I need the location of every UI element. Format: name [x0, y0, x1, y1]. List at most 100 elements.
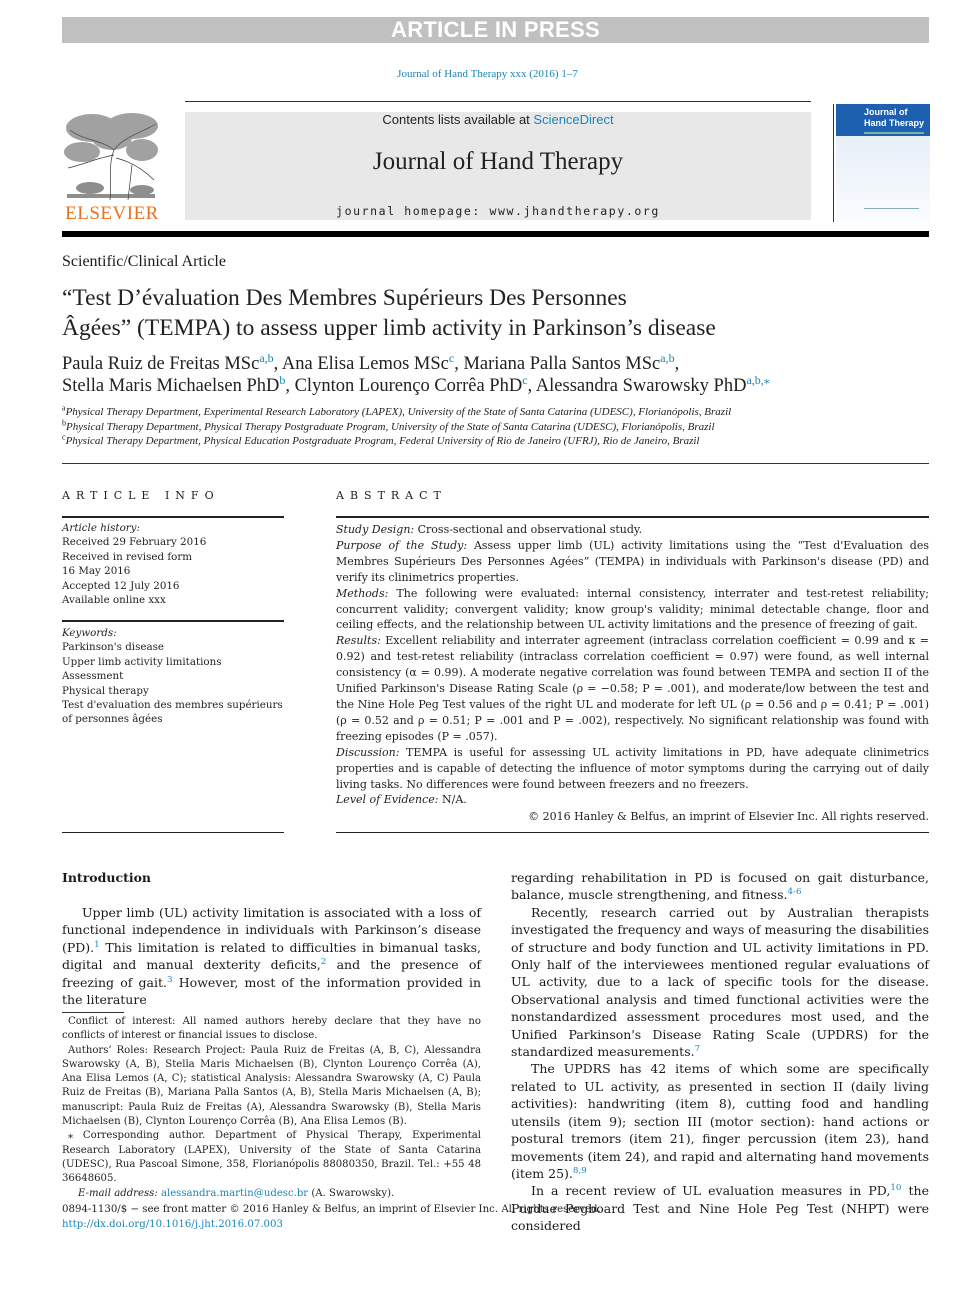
section-label: Methods:	[336, 586, 389, 600]
footnote-divider	[62, 1012, 124, 1013]
abstract-copyright: © 2016 Hanley & Belfus, an imprint of El…	[528, 810, 929, 824]
section-label: Level of Evidence:	[336, 793, 439, 807]
contents-available-line: Contents lists available at ScienceDirec…	[185, 112, 811, 127]
email-label: E-mail address:	[78, 1187, 158, 1199]
section-label: Results:	[336, 634, 381, 648]
sciencedirect-link[interactable]: ScienceDirect	[533, 112, 613, 127]
citation-link[interactable]: 8,9	[573, 1166, 587, 1176]
history-item: 16 May 2016	[62, 565, 131, 578]
cover-accent-bar	[864, 132, 924, 134]
article-history: Article history: Received 29 February 20…	[62, 521, 287, 607]
article-info-heading: ARTICLE INFO	[62, 489, 220, 502]
author-affiliation-ref[interactable]: a,b	[660, 351, 674, 365]
author-name[interactable]: Paula Ruiz de Freitas MSc	[62, 354, 259, 374]
affiliation-item: aPhysical Therapy Department, Experiment…	[62, 404, 922, 420]
section-label: Purpose of the Study:	[336, 538, 468, 552]
article-title: “Test D’évaluation Des Membres Supérieur…	[62, 283, 882, 343]
history-item: Received 29 February 2016	[62, 536, 207, 549]
journal-citation-link[interactable]: Journal of Hand Therapy xxx (2016) 1–7	[0, 68, 975, 80]
article-info-bottom-divider	[62, 832, 284, 833]
header-rule	[185, 101, 811, 102]
section-text: TEMPA is useful for assessing UL activit…	[336, 745, 929, 791]
keyword-item: Parkinson's disease	[62, 641, 164, 654]
text-run: regarding rehabilitation in PD is focuse…	[511, 870, 929, 903]
journal-title: Journal of Hand Therapy	[372, 148, 624, 175]
affiliation-item: bPhysical Therapy Department, Physical T…	[62, 418, 922, 435]
text-run: The UPDRS has 42 items of which some are…	[511, 1061, 929, 1181]
section-text: The following were evaluated: internal c…	[336, 586, 929, 632]
citation-link[interactable]: 10	[890, 1183, 901, 1193]
author-line-1: Paula Ruiz de Freitas MSca,b, Ana Elisa …	[62, 351, 922, 375]
cover-title-line2: Hand Therapy	[864, 118, 925, 128]
abstract-purpose: Purpose of the Study: Assess upper limb …	[336, 538, 929, 586]
intro-paragraph: The UPDRS has 42 items of which some are…	[511, 1060, 929, 1182]
authors-roles-note: Authors’ Roles: Research Project: Paula …	[62, 1044, 481, 1128]
corresponding-author-note: ⁎ Corresponding author. Department of Ph…	[62, 1130, 481, 1185]
article-history-label: Article history:	[62, 522, 140, 534]
abstract-divider	[336, 516, 929, 518]
author-name[interactable]: Mariana Palla Santos MSc	[463, 354, 660, 374]
journal-masthead: Contents lists available at ScienceDirec…	[185, 112, 811, 220]
affiliation-text: Physical Therapy Department, Physical Th…	[66, 420, 715, 433]
author-line-2: Stella Maris Michaelsen PhDb, Clynton Lo…	[62, 373, 922, 397]
intro-paragraph: Upper limb (UL) activity limitation is a…	[62, 904, 481, 1008]
author-name[interactable]: Alessandra Swarowsky PhD	[536, 376, 747, 396]
citation-link[interactable]: 4-6	[787, 887, 801, 897]
affiliation-divider	[62, 463, 929, 464]
author-name[interactable]: Stella Maris Michaelsen PhD	[62, 376, 279, 396]
keyword-item: of personnes âgées	[62, 713, 163, 726]
journal-homepage-link[interactable]: journal homepage: www.jhandtherapy.org	[185, 204, 811, 218]
text-run: In a recent review of UL evaluation meas…	[531, 1183, 891, 1199]
author-affiliation-ref[interactable]: a,b	[259, 351, 273, 365]
journal-cover-thumbnail[interactable]: Journal of Hand Therapy	[833, 104, 930, 222]
keywords: Keywords: Parkinson's disease Upper limb…	[62, 626, 287, 727]
abstract-study-design: Study Design: Cross-sectional and observ…	[336, 522, 929, 538]
email-suffix: (A. Swarowsky).	[308, 1187, 395, 1199]
author-affiliation-ref[interactable]: a,b,⁎	[746, 373, 769, 387]
email-note: E-mail address: alessandra.martin@udesc.…	[62, 1187, 481, 1201]
separator: ,	[527, 376, 536, 396]
citation-link[interactable]: 7	[695, 1044, 701, 1054]
email-link[interactable]: alessandra.martin@udesc.br	[161, 1188, 308, 1199]
section-label: Study Design:	[336, 523, 415, 536]
cover-footer	[864, 208, 919, 212]
article-title-line2: Âgées” (TEMPA) to assess upper limb acti…	[62, 315, 716, 341]
footnotes: Conflict of interest: All named authors …	[62, 1015, 481, 1201]
separator: ,	[273, 354, 282, 374]
article-type: Scientific/Clinical Article	[62, 253, 226, 270]
elsevier-tree-icon	[62, 110, 160, 202]
keyword-item: Test d'evaluation des membres supérieurs	[62, 699, 283, 712]
intro-paragraph: Recently, research carried out by Austra…	[511, 904, 929, 1061]
separator: ,	[285, 376, 295, 396]
separator: ,	[674, 354, 680, 374]
affiliation-text: Physical Therapy Department, Physical Ed…	[65, 435, 700, 448]
intro-paragraph-continued: regarding rehabilitation in PD is focuse…	[511, 869, 929, 904]
elsevier-logo[interactable]: ELSEVIER	[62, 110, 162, 224]
history-item: Accepted 12 July 2016	[62, 579, 180, 592]
keyword-item: Assessment	[62, 670, 124, 683]
issn-copyright-line: 0894-1130/$ − see front matter © 2016 Ha…	[62, 1204, 601, 1215]
author-list: Paula Ruiz de Freitas MSca,b, Ana Elisa …	[62, 351, 922, 397]
doi-link[interactable]: http://dx.doi.org/10.1016/j.jht.2016.07.…	[62, 1219, 283, 1230]
author-name[interactable]: Ana Elisa Lemos MSc	[282, 354, 449, 374]
bottom-metadata: 0894-1130/$ − see front matter © 2016 Ha…	[62, 1202, 601, 1232]
affiliation-list: aPhysical Therapy Department, Experiment…	[62, 404, 922, 449]
section-text: Cross-sectional and observational study.	[414, 523, 643, 536]
abstract-level-of-evidence: Level of Evidence: N/A.	[336, 792, 929, 808]
history-item: Available online xxx	[62, 594, 166, 607]
affiliation-item: cPhysical Therapy Department, Physical E…	[62, 433, 922, 449]
abstract-body: Study Design: Cross-sectional and observ…	[336, 522, 929, 825]
article-title-line1: “Test D’évaluation Des Membres Supérieur…	[62, 285, 627, 311]
body-column-right: regarding rehabilitation in PD is focuse…	[511, 869, 929, 1235]
article-info-divider	[62, 516, 284, 518]
abstract-heading: ABSTRACT	[336, 489, 447, 502]
abstract-methods: Methods: The following were evaluated: i…	[336, 586, 929, 634]
affiliation-text: Physical Therapy Department, Experimenta…	[65, 406, 732, 418]
keyword-item: Upper limb activity limitations	[62, 655, 222, 668]
keywords-label: Keywords:	[62, 627, 117, 639]
abstract-results: Results: Excellent reliability and inter…	[336, 633, 929, 744]
section-text: Excellent reliability and interrater agr…	[336, 634, 929, 743]
keyword-item: Physical therapy	[62, 684, 149, 697]
abstract-discussion: Discussion: TEMPA is useful for assessin…	[336, 745, 929, 793]
author-name[interactable]: Clynton Lourenço Corrêa PhD	[295, 376, 523, 396]
